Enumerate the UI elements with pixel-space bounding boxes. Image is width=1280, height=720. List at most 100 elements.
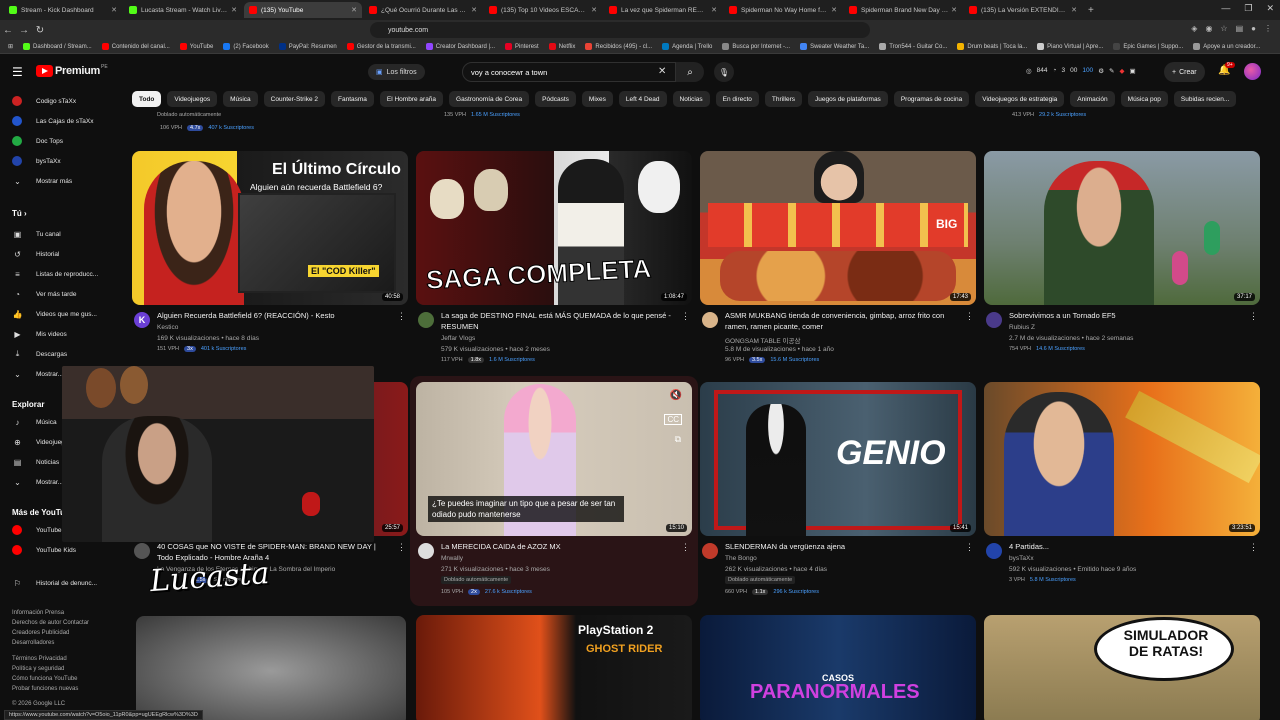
close-icon[interactable]: ✕ — [711, 6, 717, 14]
bookmark-item[interactable]: Netflix — [548, 43, 575, 50]
chip-11[interactable]: En directo — [715, 91, 759, 107]
close-icon[interactable]: ✕ — [1071, 6, 1077, 14]
video-thumbnail[interactable]: CASOS PARANORMALES — [700, 615, 976, 720]
create-button[interactable]: + Crear — [1164, 62, 1205, 82]
chip-0[interactable]: Todo — [132, 91, 162, 107]
video-thumbnail[interactable]: 3:23:51 — [984, 382, 1260, 536]
sidebar-item-news[interactable]: ▤ Noticias — [12, 455, 59, 469]
video-thumbnail[interactable]: PlayStation 2 GHOST RIDER — [416, 615, 692, 720]
sidebar-item-channel[interactable]: ▣ Tu canal — [12, 227, 61, 241]
channel-avatar[interactable] — [702, 312, 718, 328]
sidebar-item-report-history[interactable]: ⚐ Historial de denunc... — [12, 576, 97, 590]
more-options-icon[interactable]: ⋮ — [397, 542, 406, 553]
browser-tab[interactable]: (135) La Versión EXTENDIDA De los T...✕ — [964, 2, 1082, 18]
sidebar-footer-links[interactable]: Términos Privacidad Política y seguridad… — [12, 654, 112, 694]
video-thumbnail[interactable]: 37:17 — [984, 151, 1260, 305]
bookmark-item[interactable]: Recibidos (495) - cl... — [585, 43, 652, 50]
sidebar-item-youtube-kids[interactable]: YouTube Kids — [12, 543, 76, 557]
sidebar-item-my-videos[interactable]: ▶ Mis videos — [12, 327, 66, 341]
miniplayer-icon[interactable]: ⧉ — [675, 434, 681, 445]
sidebar-footer-links[interactable]: Información Prensa Derechos de autor Con… — [12, 608, 112, 648]
reload-icon[interactable]: ↻ — [32, 25, 48, 36]
chip-5[interactable]: El Hombre araña — [379, 91, 444, 107]
minimize-icon[interactable]: — — [1221, 3, 1230, 14]
chip-6[interactable]: Gastronomía de Corea — [449, 91, 530, 107]
bookmark-item[interactable]: Apoye a un creador... — [1193, 43, 1260, 50]
sidebar-sub-cajas[interactable]: Las Cajas de sTaXx — [12, 114, 93, 128]
video-title[interactable]: ASMR MUKBANG tienda de conveniencia, gim… — [725, 311, 961, 332]
apps-grid-icon[interactable]: ⊞ — [8, 43, 13, 50]
youtube-logo[interactable]: Premium PE — [36, 64, 108, 77]
new-tab-icon[interactable]: + — [1088, 5, 1094, 16]
channel-avatar[interactable] — [134, 543, 150, 559]
close-window-icon[interactable]: ✕ — [1266, 3, 1274, 14]
channel-name[interactable]: Rubius Z — [1009, 324, 1035, 331]
browser-tab[interactable]: Spiderman Brand New Day - ORNIG...✕ — [844, 2, 962, 18]
sidebar-item-show-more[interactable]: ⌄ Mostrar... — [12, 367, 63, 381]
close-icon[interactable]: ✕ — [831, 6, 837, 14]
channel-avatar[interactable] — [986, 312, 1002, 328]
menu-dots-icon[interactable]: ⋮ — [1264, 24, 1272, 33]
chip-16[interactable]: Animación — [1070, 91, 1115, 107]
bookmark-item[interactable]: Contenido del canal... — [101, 43, 170, 50]
chip-17[interactable]: Música pop — [1120, 91, 1168, 107]
search-input[interactable]: voy a conocewr a town — [462, 62, 676, 82]
sidebar-item-liked[interactable]: 👍 Videos que me gus... — [12, 307, 97, 321]
bookmark-item[interactable]: Dashboard / Stream... — [23, 43, 92, 50]
search-button[interactable]: ⌕ — [676, 62, 704, 82]
sidebar-item-watch-later[interactable]: ◔ Ver más tarde — [12, 287, 76, 301]
bookmark-icon[interactable]: ▣ — [1129, 67, 1135, 75]
captions-icon[interactable]: CC — [664, 414, 682, 425]
forward-icon[interactable]: → — [16, 25, 32, 36]
sidebar-you-title[interactable]: Tú › — [12, 209, 27, 218]
mute-icon[interactable]: 🔇 — [670, 390, 682, 401]
channel-name[interactable]: Kestico — [157, 324, 178, 331]
close-icon[interactable]: ✕ — [471, 6, 477, 14]
video-title[interactable]: La saga de DESTINO FINAL está MÁS QUEMAD… — [441, 311, 677, 332]
filters-button[interactable]: ▣ Los filtros — [368, 64, 425, 80]
more-options-icon[interactable]: ⋮ — [1249, 311, 1258, 322]
channel-name[interactable]: bysTaXx — [1009, 555, 1034, 562]
sidebar-item-playlists[interactable]: ≡ Listas de reproducc... — [12, 267, 98, 281]
bookmark-item[interactable]: Epic Games | Suppo... — [1113, 43, 1183, 50]
chip-1[interactable]: Videojuegos — [167, 91, 218, 107]
url-input[interactable]: youtube.com — [370, 22, 870, 38]
browser-tab[interactable]: Lucasta Stream - Watch Live on Kick✕ — [124, 2, 242, 18]
bookmark-item[interactable]: PayPal: Resumen — [278, 43, 337, 50]
video-thumbnail[interactable]: GENIO 15:41 — [700, 382, 976, 536]
close-icon[interactable]: ✕ — [591, 6, 597, 14]
browser-tab[interactable]: Spiderman No Way Home fue FAN SE...✕ — [724, 2, 842, 18]
bookmark-item[interactable]: Creator Dashboard |... — [425, 43, 495, 50]
tag-icon[interactable]: ◆ — [1119, 67, 1124, 75]
chip-9[interactable]: Left 4 Dead — [618, 91, 667, 107]
close-icon[interactable]: ✕ — [231, 6, 237, 14]
video-title[interactable]: 4 Partidas... — [1009, 542, 1245, 553]
extension-icon[interactable]: ◉ — [1205, 24, 1212, 33]
close-icon[interactable]: ✕ — [111, 6, 117, 14]
more-options-icon[interactable]: ⋮ — [681, 542, 690, 553]
hamburger-menu-icon[interactable]: ☰ — [12, 65, 23, 79]
bookmark-star-icon[interactable]: ☆ — [1220, 24, 1227, 33]
sidebar-item-music[interactable]: ♪ Música — [12, 415, 57, 429]
chip-15[interactable]: Videojuegos de estrategia — [975, 91, 1065, 107]
channel-name[interactable]: Mrwally — [441, 555, 463, 562]
back-icon[interactable]: ← — [0, 25, 16, 36]
video-title[interactable]: Alguien Recuerda Battlefield 6? (REACCIÓ… — [157, 311, 393, 322]
more-options-icon[interactable]: ⋮ — [965, 542, 974, 553]
chip-7[interactable]: Pódcasts — [535, 91, 576, 107]
account-avatar[interactable] — [1244, 63, 1261, 80]
more-options-icon[interactable]: ⋮ — [965, 311, 974, 322]
chip-3[interactable]: Counter-Strike 2 — [263, 91, 325, 107]
clear-search-icon[interactable]: ✕ — [658, 66, 666, 77]
channel-avatar[interactable] — [702, 543, 718, 559]
video-thumbnail[interactable]: SAGA COMPLETA 1:08:47 — [416, 151, 692, 305]
sidebar-item-downloads[interactable]: ⤓ Descargas — [12, 347, 67, 361]
channel-name[interactable]: GONGSAM TABLE 이공삼 — [725, 335, 801, 345]
more-options-icon[interactable]: ⋮ — [397, 311, 406, 322]
bookmark-item[interactable]: Agenda | Trello — [662, 43, 712, 50]
more-options-icon[interactable]: ⋮ — [681, 311, 690, 322]
extension-icon[interactable]: ◈ — [1191, 24, 1197, 33]
chip-14[interactable]: Programas de cocina — [893, 91, 970, 107]
sidebar-sub-doctops[interactable]: Doc Tops — [12, 134, 63, 148]
close-icon[interactable]: ✕ — [951, 6, 957, 14]
